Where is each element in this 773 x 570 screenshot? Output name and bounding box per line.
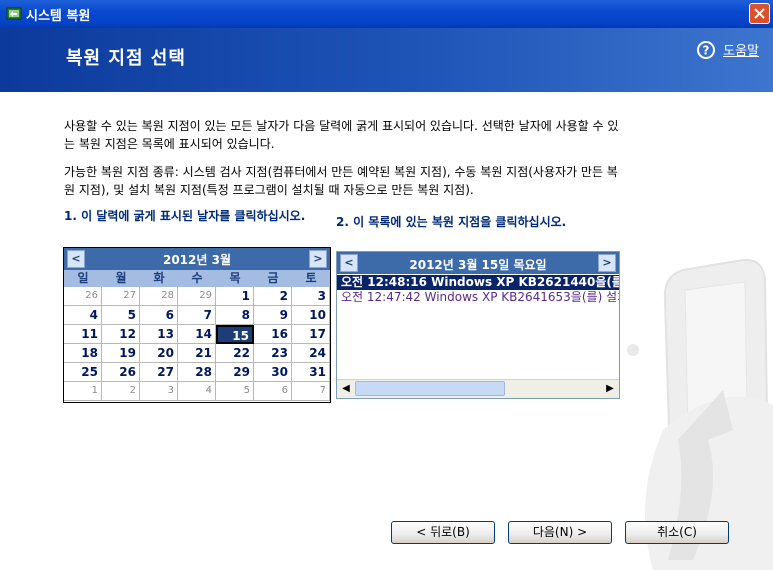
system-restore-icon — [6, 7, 22, 20]
calendar-next-month-button[interactable]: > — [309, 250, 327, 268]
calendar-day[interactable]: 11 — [64, 325, 102, 344]
calendar-day[interactable]: 4 — [178, 382, 216, 401]
calendar-day[interactable]: 20 — [140, 344, 178, 363]
calendar-day[interactable]: 13 — [140, 325, 178, 344]
calendar-day[interactable]: 2 — [254, 287, 292, 306]
calendar-header: < 2012년 3월 > — [64, 248, 330, 270]
calendar-day-selected[interactable]: 15 — [216, 325, 254, 344]
calendar-day[interactable]: 2 — [102, 382, 140, 401]
calendar-day[interactable]: 5 — [216, 382, 254, 401]
calendar-weekday-row: 일 월 화 수 목 금 토 — [64, 270, 330, 287]
weekday-label: 일 — [77, 271, 89, 285]
calendar-day[interactable]: 14 — [178, 325, 216, 344]
cancel-button[interactable]: 취소(C) — [625, 521, 729, 544]
back-button[interactable]: < 뒤로(B) — [391, 521, 495, 544]
calendar-day[interactable]: 31 — [292, 363, 330, 382]
calendar-week: 11 12 13 14 15 16 17 — [64, 325, 330, 344]
help-link[interactable]: 도움말 — [723, 40, 759, 59]
calendar-day[interactable]: 7 — [178, 306, 216, 325]
calendar-day[interactable]: 3 — [140, 382, 178, 401]
restore-point-item[interactable]: 오전 12:47:42 Windows XP KB2641653을(를) 설치 — [337, 290, 619, 305]
calendar-day[interactable]: 9 — [254, 306, 292, 325]
calendar-day[interactable]: 8 — [216, 306, 254, 325]
calendar-day[interactable]: 10 — [292, 306, 330, 325]
help-area: ? 도움말 — [697, 40, 759, 59]
calendar-grid: 26 27 28 29 1 2 3 4 5 6 7 8 9 10 11 12 1… — [64, 287, 330, 401]
restore-point-list: < 2012년 3월 15일 목요일 > 오전 12:48:16 Windows… — [336, 251, 620, 399]
step-1-label: 1. 이 달력에 굵게 표시된 날자를 클릭하십시오. — [64, 209, 306, 223]
calendar: < 2012년 3월 > 일 월 화 수 목 금 토 26 27 28 29 1… — [63, 247, 331, 403]
title-bar: 시스템 복원 — [0, 0, 773, 28]
calendar-week: 26 27 28 29 1 2 3 — [64, 287, 330, 306]
weekday-label: 화 — [153, 271, 165, 285]
calendar-day[interactable]: 21 — [178, 344, 216, 363]
calendar-week: 18 19 20 21 22 23 24 — [64, 344, 330, 363]
calendar-day[interactable]: 25 — [64, 363, 102, 382]
calendar-week: 25 26 27 28 29 30 31 — [64, 363, 330, 382]
calendar-day[interactable]: 29 — [216, 363, 254, 382]
restore-list-date: 2012년 3월 15일 목요일 — [409, 258, 547, 272]
scroll-right-icon[interactable]: ▶ — [603, 381, 617, 396]
calendar-day[interactable]: 22 — [216, 344, 254, 363]
close-icon — [754, 8, 765, 19]
scrollbar-thumb[interactable] — [355, 381, 505, 396]
calendar-month-label: 2012년 3월 — [162, 253, 231, 267]
calendar-day[interactable]: 27 — [102, 287, 140, 306]
calendar-day[interactable]: 30 — [254, 363, 292, 382]
calendar-day[interactable]: 18 — [64, 344, 102, 363]
calendar-day[interactable]: 3 — [292, 287, 330, 306]
weekday-label: 수 — [191, 271, 203, 285]
calendar-day[interactable]: 7 — [292, 382, 330, 401]
list-next-day-button[interactable]: > — [598, 254, 616, 272]
calendar-day[interactable]: 17 — [292, 325, 330, 344]
restore-point-item-selected[interactable]: 오전 12:48:16 Windows XP KB2621440을(를) 설치 — [337, 275, 619, 290]
calendar-day[interactable]: 19 — [102, 344, 140, 363]
calendar-day[interactable]: 1 — [216, 287, 254, 306]
calendar-day[interactable]: 29 — [178, 287, 216, 306]
next-button[interactable]: 다음(N) > — [508, 521, 612, 544]
calendar-day[interactable]: 26 — [102, 363, 140, 382]
calendar-day[interactable]: 16 — [254, 325, 292, 344]
calendar-week: 4 5 6 7 8 9 10 — [64, 306, 330, 325]
weekday-label: 토 — [305, 271, 317, 285]
calendar-day[interactable]: 23 — [254, 344, 292, 363]
horizontal-scrollbar[interactable]: ◀ ▶ — [337, 379, 619, 398]
weekday-label: 월 — [115, 271, 127, 285]
scroll-left-icon[interactable]: ◀ — [339, 381, 353, 396]
step-2-label: 2. 이 목록에 있는 복원 지점을 클릭하십시오. — [336, 215, 567, 229]
calendar-day[interactable]: 1 — [64, 382, 102, 401]
help-icon[interactable]: ? — [697, 40, 716, 59]
page-heading: 복원 지점 선택 — [66, 48, 186, 69]
calendar-day[interactable]: 12 — [102, 325, 140, 344]
weekday-label: 금 — [267, 271, 279, 285]
calendar-week: 1 2 3 4 5 6 7 — [64, 382, 330, 401]
close-button[interactable] — [749, 3, 770, 24]
intro-paragraph-2: 가능한 복원 지점 종류: 시스템 검사 지점(컴퓨터에서 만든 예약된 복원 … — [64, 165, 618, 197]
calendar-day[interactable]: 4 — [64, 306, 102, 325]
calendar-day[interactable]: 28 — [178, 363, 216, 382]
calendar-day[interactable]: 28 — [140, 287, 178, 306]
svg-text:?: ? — [703, 43, 710, 57]
calendar-day[interactable]: 26 — [64, 287, 102, 306]
intro-paragraph-1: 사용할 수 있는 복원 지점이 있는 모든 날자가 다음 달력에 굵게 표시되어… — [64, 119, 619, 151]
restore-list-header: < 2012년 3월 15일 목요일 > — [337, 252, 619, 274]
calendar-day[interactable]: 5 — [102, 306, 140, 325]
header-band: 복원 지점 선택 ? 도움말 — [0, 28, 773, 92]
weekday-label: 목 — [229, 271, 241, 285]
calendar-day[interactable]: 27 — [140, 363, 178, 382]
calendar-day[interactable]: 6 — [254, 382, 292, 401]
calendar-day[interactable]: 6 — [140, 306, 178, 325]
calendar-day[interactable]: 24 — [292, 344, 330, 363]
restore-list-body: 오전 12:48:16 Windows XP KB2621440을(를) 설치 … — [337, 275, 619, 378]
window-title: 시스템 복원 — [26, 9, 91, 24]
